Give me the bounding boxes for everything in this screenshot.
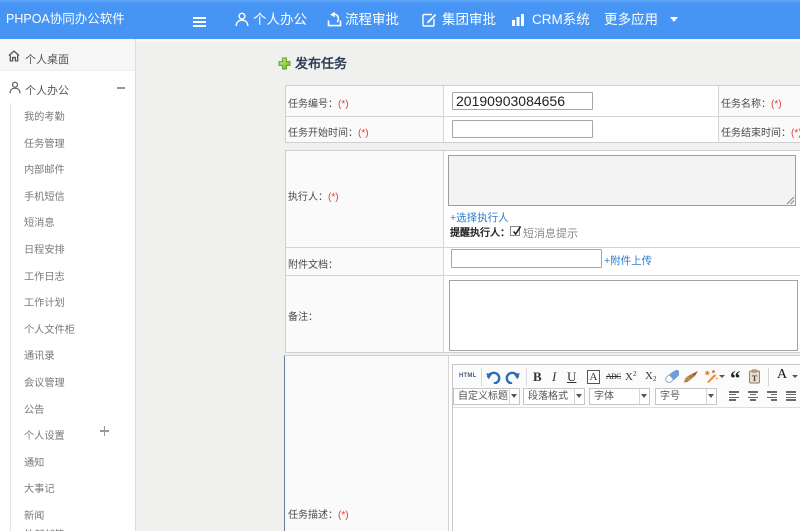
svg-text:T: T [752, 374, 758, 383]
